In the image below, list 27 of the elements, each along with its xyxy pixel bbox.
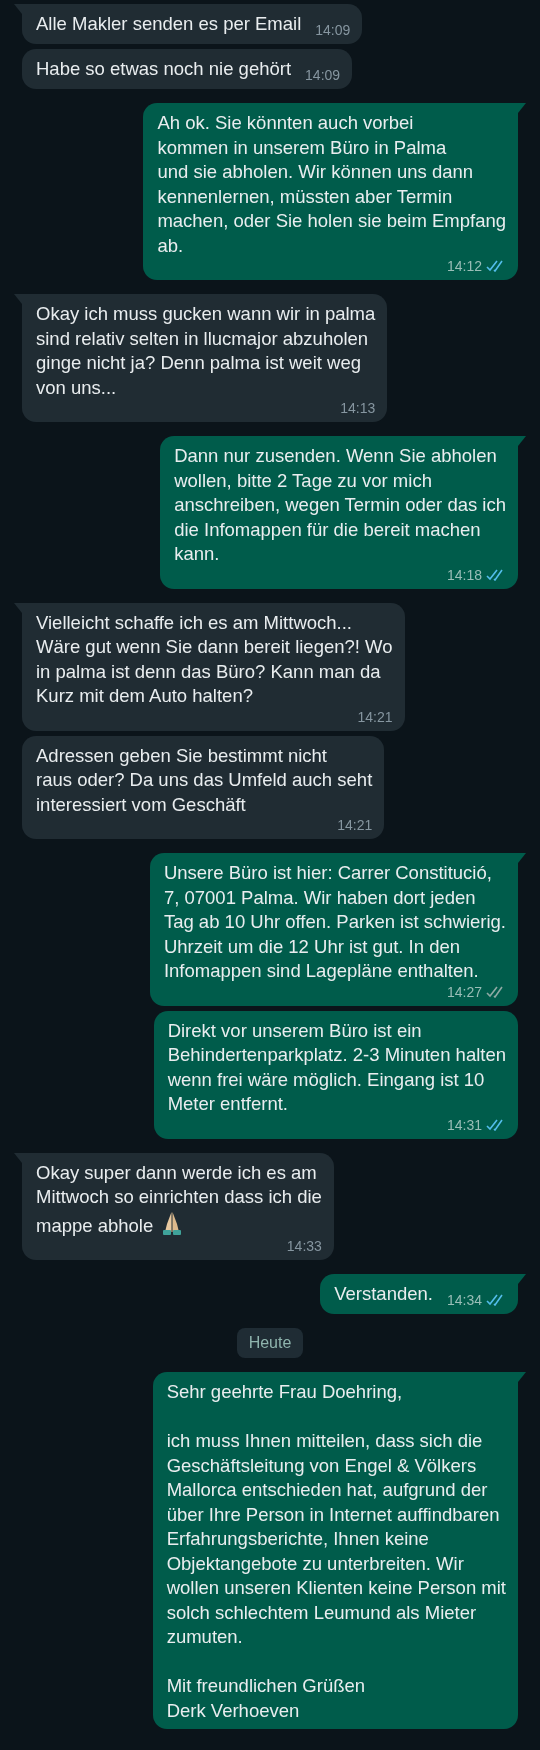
message-time: 14:12 (446, 258, 482, 274)
message-time: 14:18 (446, 566, 482, 583)
message-text: Okay super dann werde ich es am Mittwoch so einrichten dass ich die mappe abhole (36, 1160, 322, 1238)
message-text: Unsere Büro ist hier: Carrer Constitució, 7, 07001 Palma. Wir haben dort jeden Tag ab 10 Uhr offen. Parken ist schwierig. Uhrzeit um die 12 Uhr ist gut. In den Infomappen sind Lagepläne enthalten. (163, 861, 506, 983)
message-time: 14:09 (305, 67, 341, 83)
message-time: 14:13 (340, 400, 376, 416)
message-time: 14:33 (286, 1238, 322, 1254)
message-text: Verstanden. (334, 1283, 433, 1304)
message-text: Ah ok. Sie könnten auch vorbei kommen in unserem Büro in Palma und sie abholen. Wir können uns dann kennenlernen, müssten aber Termin machen, oder Sie holen sie beim Empfang ab. (157, 111, 506, 258)
message-time: 14:34 (446, 1292, 482, 1308)
message-time: 14:09 (315, 22, 351, 38)
message-text: Habe so etwas noch nie gehört (36, 58, 292, 79)
message-text: Alle Makler senden es per Email (36, 13, 302, 34)
message-text: Direkt vor unserem Büro ist ein Behindertenparkplatz. 2-3 Minuten halten wenn frei wäre möglich. Eingang ist 10 Meter entfernt. (167, 1018, 506, 1116)
message-time: 14:21 (337, 817, 373, 833)
message-text: Dann nur zusenden. Wenn Sie abholen wollen, bitte 2 Tage zu vor mich anschreiben, wegen Termin oder das ich die Infomappen für die bereit machen kann. (174, 444, 506, 566)
message-time: 14:21 (357, 708, 393, 725)
sent-message[interactable]: Direkt vor unserem Büro ist ein Behindertenparkplatz. 2-3 Minuten halten wenn frei wäre möglich. Eingang ist 10 Meter entfernt. 14:31 (153, 1010, 518, 1139)
message-time: 14:27 (446, 983, 482, 1000)
date-divider: Heute (236, 1328, 304, 1358)
received-message[interactable]: Habe so etwas noch nie gehört 14:09 (22, 49, 353, 89)
message-text: Adressen geben Sie bestimmt nicht raus oder? Da uns das Umfeld auch seht interessiert vom Geschäft (36, 743, 373, 817)
message-text: Vielleicht schaffe ich es am Mittwoch... Wäre gut wenn Sie dann bereit liegen?! Wo in palma ist denn das Büro? Kann man da Kurz mit dem Auto halten? (36, 610, 393, 708)
received-message[interactable]: Adressen geben Sie bestimmt nicht raus oder? Da uns das Umfeld auch seht interessiert vom Geschäft 14:21 (22, 735, 385, 839)
message-time: 14:31 (446, 1116, 482, 1133)
message-text: Sehr geehrte Frau Doehring, ich muss Ihnen mitteilen, dass sich die Geschäftsleitung von Engel & Völkers Mallorca entschieden hat, aufgrund der über Ihre Person in Internet auffindbaren Erfahrungsberichte, Ihnen keine Objektangebote zu unterbreiten. Wir wollen unseren Klienten keine Person mit solch schlechtem Leumund als Mieter zumuten. Mit freundlichen Grüßen Derk Verhoeven (166, 1380, 506, 1723)
message-text: Okay ich muss gucken wann wir in palma sind relativ selten in llucmajor abzuholen ginge nicht ja? Denn palma ist weit weg von uns... (36, 302, 376, 400)
